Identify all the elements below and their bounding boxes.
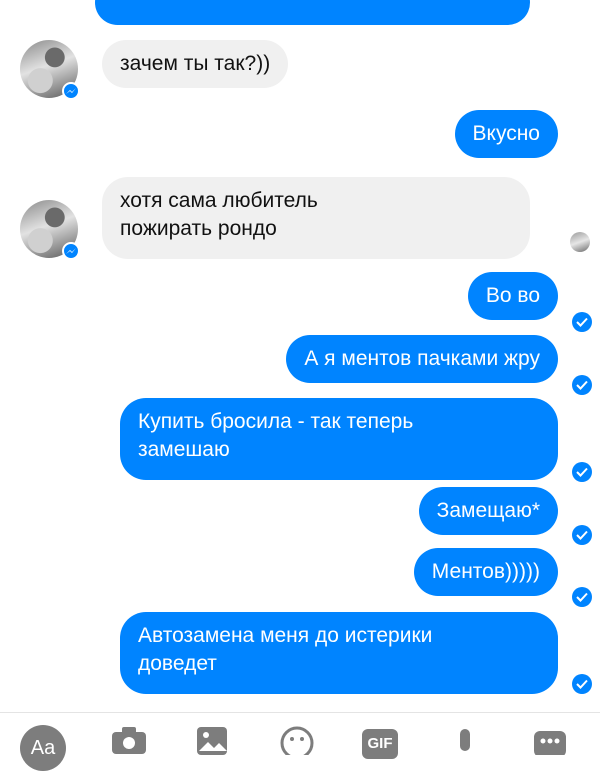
delivered-check-icon <box>572 312 592 332</box>
more-icon[interactable] <box>532 723 568 760</box>
outgoing-message[interactable]: Купить бросила - так теперь замешаю <box>120 398 558 480</box>
delivered-check-icon <box>572 462 592 482</box>
messenger-badge-icon <box>62 242 80 260</box>
outgoing-message[interactable]: Вкусно <box>454 110 558 158</box>
outgoing-message[interactable]: Автозамена меня до истерики доведет <box>120 612 558 694</box>
delivered-check-icon <box>572 525 592 545</box>
composer-toolbar: Aa GIF <box>0 712 600 771</box>
outgoing-message[interactable]: А я ментов пачками жру <box>286 335 558 383</box>
contact-avatar[interactable] <box>20 200 80 260</box>
emoji-icon[interactable] <box>280 723 314 760</box>
incoming-message[interactable]: зачем ты так?)) <box>102 40 289 88</box>
gif-button[interactable]: GIF <box>362 729 398 759</box>
camera-icon[interactable] <box>110 723 148 760</box>
delivered-check-icon <box>572 587 592 607</box>
messenger-badge-icon <box>62 82 80 100</box>
previous-message-bubble <box>95 0 530 25</box>
text-input-button[interactable]: Aa <box>20 725 66 771</box>
message-thread: зачем ты так?)) Вкусно хотя сама любител… <box>0 0 600 712</box>
outgoing-message[interactable]: Ментов))))) <box>413 548 558 596</box>
outgoing-message[interactable]: Во во <box>467 272 558 320</box>
delivered-check-icon <box>572 674 592 694</box>
contact-avatar[interactable] <box>20 40 80 100</box>
seen-avatar-icon <box>570 232 590 252</box>
delivered-check-icon <box>572 375 592 395</box>
incoming-message[interactable]: хотя сама любитель пожирать рондо <box>102 177 530 259</box>
outgoing-message[interactable]: Замещаю* <box>418 487 558 535</box>
microphone-icon[interactable] <box>452 723 478 760</box>
image-icon[interactable] <box>195 723 229 760</box>
